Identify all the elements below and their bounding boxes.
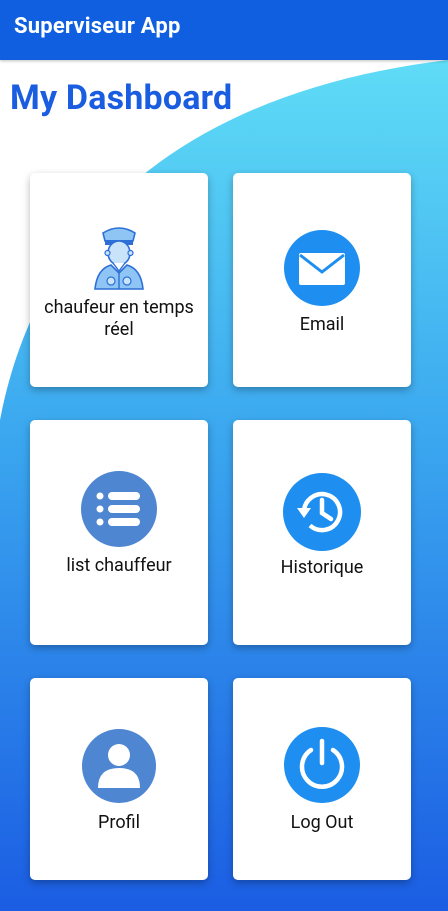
card-profile[interactable]: Profil xyxy=(30,678,208,880)
app-bar: Superviseur App xyxy=(0,0,448,60)
card-history[interactable]: Historique xyxy=(233,420,411,645)
power-icon xyxy=(283,726,361,804)
list-icon xyxy=(80,470,158,548)
history-icon xyxy=(282,472,362,552)
app-title: Superviseur App xyxy=(14,14,181,39)
card-profile-label: Profil xyxy=(98,812,140,833)
card-email[interactable]: Email xyxy=(233,173,411,387)
page-title: My Dashboard xyxy=(10,78,233,118)
driver-icon xyxy=(89,221,149,291)
card-realtime-driver-label: chaufeur en temps réel xyxy=(44,297,194,340)
card-logout-label: Log Out xyxy=(290,812,354,833)
card-driver-list-label: list chauffeur xyxy=(66,555,172,576)
card-realtime-driver[interactable]: chaufeur en temps réel xyxy=(30,173,208,387)
user-icon xyxy=(81,728,157,804)
card-driver-list[interactable]: list chauffeur xyxy=(30,420,208,645)
envelope-icon xyxy=(283,229,361,307)
card-email-label: Email xyxy=(299,314,345,335)
card-logout[interactable]: Log Out xyxy=(233,678,411,880)
card-history-label: Historique xyxy=(280,557,364,578)
